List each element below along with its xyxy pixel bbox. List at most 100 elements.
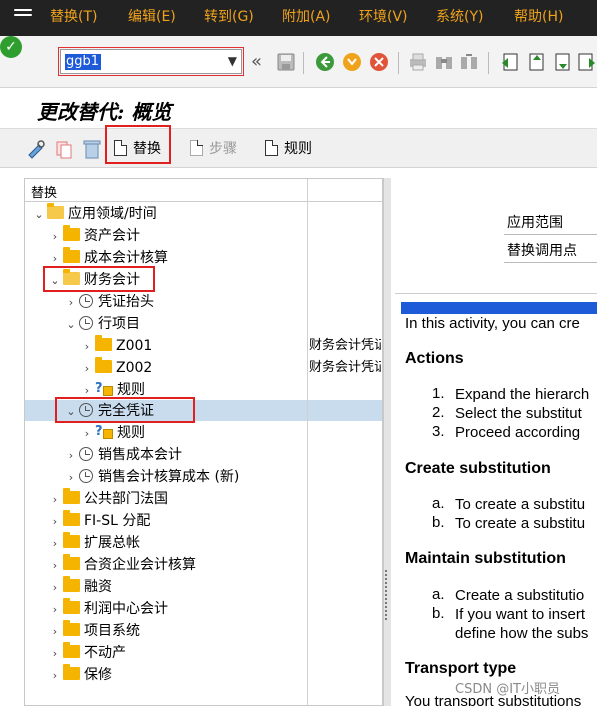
enter-check-icon[interactable]: ✓ xyxy=(0,36,22,58)
chevron-right-icon[interactable]: › xyxy=(49,644,61,664)
clock-icon xyxy=(79,316,93,330)
chevron-right-icon[interactable]: › xyxy=(49,534,61,554)
chevron-right-icon[interactable]: › xyxy=(49,490,61,510)
tree-node-app-area[interactable]: ⌄ 应用领域/时间 xyxy=(33,203,157,225)
folder-icon xyxy=(63,642,80,658)
tree-header: 替换 xyxy=(25,179,382,202)
sap-menu-icon[interactable] xyxy=(14,9,32,21)
find-icon[interactable] xyxy=(433,51,455,73)
back-icon[interactable] xyxy=(314,51,336,73)
splitter-grip-icon[interactable] xyxy=(385,570,390,620)
tree-node-z001-description: 财务会计凭证 xyxy=(309,338,381,353)
folder-icon xyxy=(63,510,80,526)
document-icon xyxy=(265,140,278,156)
tree-node-z001[interactable]: › Z001 xyxy=(81,335,152,357)
menu-environment[interactable]: 环境(V) xyxy=(359,8,408,26)
menu-goto[interactable]: 转到(G) xyxy=(204,8,254,26)
display-change-icon[interactable] xyxy=(26,139,48,159)
doc-action-item: Select the substitut xyxy=(455,405,582,422)
clock-icon xyxy=(79,447,93,461)
menu-edit[interactable]: 编辑(E) xyxy=(128,8,176,26)
folder-icon xyxy=(63,664,80,680)
copy-icon[interactable] xyxy=(54,139,74,159)
chevron-right-icon[interactable]: › xyxy=(81,337,93,357)
tree-node-joint-venture[interactable]: › 合资企业会计核算 xyxy=(49,554,196,576)
field-label-application-area: 应用范围 xyxy=(507,215,563,231)
clock-icon xyxy=(79,294,93,308)
doc-header-bar xyxy=(401,302,597,314)
chevron-down-icon[interactable]: ⌄ xyxy=(33,205,45,225)
pane-splitter[interactable] xyxy=(383,178,391,706)
document-icon xyxy=(190,140,203,156)
cancel-icon[interactable] xyxy=(368,51,390,73)
documentation-panel[interactable]: In this activity, you can cre Actions 1.… xyxy=(395,293,597,706)
tree-node-doc-header[interactable]: › 凭证抬头 xyxy=(65,292,154,312)
chevron-right-icon[interactable]: › xyxy=(65,293,77,313)
tree-node-fi-sl[interactable]: › FI-SL 分配 xyxy=(49,510,150,532)
tree-node-extended-ledger[interactable]: › 扩展总帐 xyxy=(49,532,140,554)
tree-node-asset-accounting[interactable]: › 资产会计 xyxy=(49,225,140,247)
first-page-icon[interactable] xyxy=(499,51,521,73)
chevron-right-icon[interactable]: › xyxy=(49,512,61,532)
exit-icon[interactable] xyxy=(341,51,363,73)
tree-node-cost-of-sales[interactable]: › 销售成本会计 xyxy=(65,445,182,465)
chevron-right-icon[interactable]: › xyxy=(49,600,61,620)
substitution-tree[interactable]: 替换 ⌄ 应用领域/时间 › 资产会计 › 成本会计核算 ⌄ 财务会计 › 凭证抬头 ⌄ 行… xyxy=(24,178,383,706)
menu-help[interactable]: 帮助(H) xyxy=(514,8,563,26)
tree-node-profit-center[interactable]: › 利润中心会计 xyxy=(49,598,168,620)
chevron-right-icon[interactable]: › xyxy=(81,424,93,444)
delete-icon[interactable] xyxy=(82,138,102,159)
page-title: 更改替代: 概览 xyxy=(37,100,172,124)
doc-create-item: To create a substitu xyxy=(455,515,586,532)
chevron-right-icon[interactable]: › xyxy=(49,666,61,686)
menu-system[interactable]: 系统(Y) xyxy=(436,8,483,26)
detail-pane: 应用范围 替换调用点 In this activity, you can cre… xyxy=(391,178,597,706)
menu-extras[interactable]: 附加(A) xyxy=(282,8,331,26)
last-page-icon[interactable] xyxy=(576,51,597,73)
chevron-right-icon[interactable]: › xyxy=(49,622,61,642)
chevron-right-icon[interactable]: › xyxy=(49,227,61,247)
menu-bar: 替换(T) 编辑(E) 转到(G) 附加(A) 环境(V) 系统(Y) 帮助(H… xyxy=(0,0,597,36)
rule-button[interactable]: 规则 xyxy=(265,139,312,159)
step-button[interactable]: 步骤 xyxy=(190,139,237,159)
chevron-right-icon[interactable]: › xyxy=(49,578,61,598)
application-toolbar: 替换 步骤 规则 xyxy=(0,128,597,168)
chevron-right-icon[interactable]: › xyxy=(65,446,77,466)
tree-node-project-system[interactable]: › 项目系统 xyxy=(49,620,140,642)
doc-create-heading: Create substitution xyxy=(405,460,551,477)
menu-replace[interactable]: 替换(T) xyxy=(50,8,97,26)
next-page-icon[interactable] xyxy=(551,51,573,73)
tree-node-warranty[interactable]: › 保修 xyxy=(49,664,112,686)
folder-icon xyxy=(95,357,112,373)
doc-intro: In this activity, you can cre xyxy=(405,315,580,332)
replace-button-highlight-box xyxy=(105,125,171,164)
tree-node-rule[interactable]: ›? 规则 xyxy=(81,423,145,443)
tree-node-financing[interactable]: › 融资 xyxy=(49,576,112,598)
doc-action-item: Expand the hierarch xyxy=(455,386,590,403)
chevron-down-icon[interactable]: ⌄ xyxy=(65,315,77,335)
save-icon[interactable] xyxy=(275,51,297,73)
tree-node-cost-of-sales-new[interactable]: › 销售会计核算成本 (新) xyxy=(65,467,239,487)
tree-node-line-item[interactable]: ⌄ 行项目 xyxy=(65,314,140,334)
doc-maintain-item: Create a substitutio xyxy=(455,587,585,604)
standard-toolbar: ✓ ggb1 ▼ « xyxy=(0,36,597,88)
rule-icon: ? xyxy=(95,381,113,397)
rule-icon: ? xyxy=(95,424,113,440)
tree-node-real-estate[interactable]: › 不动产 xyxy=(49,642,126,664)
tree-node-cost-accounting[interactable]: › 成本会计核算 xyxy=(49,247,168,268)
chevron-right-icon[interactable]: › xyxy=(81,359,93,379)
chevron-right-icon[interactable]: › xyxy=(65,468,77,488)
folder-open-icon xyxy=(47,203,64,219)
tree-node-z002[interactable]: › Z002 xyxy=(81,357,152,379)
previous-page-icon[interactable] xyxy=(525,51,547,73)
back-arrows-icon[interactable]: « xyxy=(251,51,262,72)
financial-accounting-highlight-box xyxy=(43,266,155,292)
find-next-icon[interactable] xyxy=(458,51,480,73)
chevron-right-icon[interactable]: › xyxy=(49,556,61,576)
folder-icon xyxy=(63,598,80,614)
tree-node-z002-description: 财务会计凭证 xyxy=(309,360,381,375)
folder-icon xyxy=(63,488,80,504)
tree-node-public-sector-france[interactable]: › 公共部门法国 xyxy=(49,488,168,510)
field-label-callup-point: 替换调用点 xyxy=(507,243,577,259)
print-icon[interactable] xyxy=(407,51,429,73)
